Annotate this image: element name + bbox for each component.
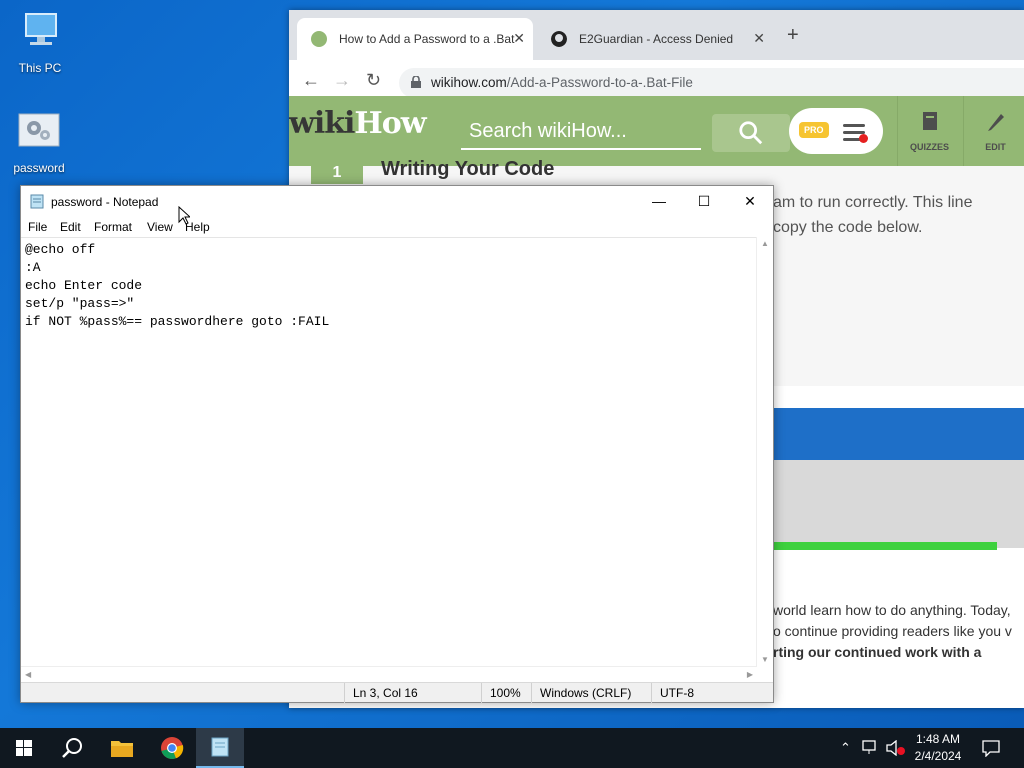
menu-bar: File Edit Format View Help — [21, 217, 773, 237]
chrome-button[interactable] — [148, 728, 196, 768]
forward-arrow-icon[interactable]: → — [333, 70, 351, 91]
chrome-icon — [161, 737, 184, 760]
line-endings: Windows (CRLF) — [540, 686, 632, 700]
search-button[interactable] — [48, 728, 96, 768]
notepad-icon — [211, 737, 229, 757]
search-icon — [62, 738, 82, 758]
scroll-down-icon[interactable]: ▼ — [761, 655, 769, 664]
support-text: world learn how to do anything. Today, o… — [773, 600, 1012, 663]
notification-dot — [859, 134, 868, 143]
show-hidden-icons-icon[interactable]: ⌃ — [840, 740, 851, 756]
tab-strip: How to Add a Password to a .Bat ✕ E2Guar… — [289, 10, 1024, 60]
reload-icon[interactable]: ↻ — [366, 70, 381, 91]
start-button[interactable] — [0, 728, 48, 768]
network-icon[interactable] — [862, 740, 880, 756]
system-clock[interactable]: 1:48 AM 2/4/2024 — [906, 731, 970, 765]
new-tab-icon[interactable]: + — [787, 24, 799, 47]
notepad-title-bar[interactable]: password - Notepad — ☐ ✕ — [21, 186, 773, 217]
notepad-window: password - Notepad — ☐ ✕ File Edit Forma… — [20, 185, 774, 703]
maximize-button[interactable]: ☐ — [681, 186, 727, 217]
minimize-icon: — — [652, 193, 666, 209]
clock-time: 1:48 AM — [915, 732, 961, 746]
address-bar[interactable]: wikihow.com/Add-a-Password-to-a-.Bat-Fil… — [399, 68, 1024, 98]
close-icon: ✕ — [744, 193, 756, 209]
horizontal-scrollbar[interactable]: ◀ ▶ — [21, 666, 757, 682]
cursor-position: Ln 3, Col 16 — [353, 686, 418, 700]
github-icon — [551, 31, 567, 47]
menu-file[interactable]: File — [28, 220, 47, 234]
logo-how: How — [354, 106, 426, 141]
close-tab-icon[interactable]: ✕ — [513, 30, 525, 47]
wikihow-menu-pill[interactable]: PRO — [789, 108, 883, 154]
wikihow-search-button[interactable] — [712, 114, 790, 152]
wikihow-favicon-icon — [311, 31, 327, 47]
tab-e2guardian[interactable]: E2Guardian - Access Denied ✕ — [537, 18, 773, 60]
article-text-line: am to run correctly. This line — [773, 194, 973, 211]
notepad-app-icon — [30, 194, 44, 209]
minimize-button[interactable]: — — [636, 186, 682, 217]
wikihow-search-input[interactable]: Search wikiHow... — [461, 114, 701, 150]
desktop-icon-this-pc[interactable]: This PC — [2, 10, 78, 75]
menu-view[interactable]: View — [147, 220, 173, 234]
desktop-icon-label: password — [13, 161, 65, 175]
tab-title: How to Add a Password to a .Bat — [339, 32, 515, 46]
notifications-icon[interactable] — [982, 739, 1000, 757]
window-title: password - Notepad — [51, 195, 159, 209]
vertical-scrollbar[interactable]: ▲ ▼ — [756, 237, 773, 666]
url-path: /Add-a-Password-to-a-.Bat-File — [506, 75, 693, 90]
support-text-line: rting our continued work with a — [773, 644, 982, 660]
status-bar: Ln 3, Col 16 100% Windows (CRLF) UTF-8 — [21, 682, 773, 703]
file-explorer-button[interactable] — [98, 728, 146, 768]
wikihow-logo[interactable]: wikiHow — [289, 106, 427, 141]
tab-wikihow[interactable]: How to Add a Password to a .Bat ✕ — [297, 18, 533, 60]
nav-label: QUIZZES — [909, 142, 949, 152]
encoding: UTF-8 — [660, 686, 694, 700]
close-tab-icon[interactable]: ✕ — [753, 30, 765, 47]
desktop-icon-password[interactable]: password — [1, 110, 77, 175]
menu-edit[interactable]: Edit — [60, 220, 81, 234]
tab-title: E2Guardian - Access Denied — [579, 32, 734, 46]
volume-muted-icon[interactable] — [886, 740, 906, 756]
nav-edit[interactable]: EDIT — [963, 96, 1024, 166]
scroll-right-icon[interactable]: ▶ — [747, 670, 753, 679]
mouse-cursor-icon — [178, 206, 190, 225]
step-number: 1 — [311, 165, 363, 184]
nav-label: EDIT — [985, 142, 1006, 152]
pro-badge: PRO — [799, 122, 829, 138]
back-arrow-icon[interactable]: ← — [302, 70, 320, 91]
step-title: Writing Your Code — [381, 158, 555, 180]
batch-file-gears-icon — [18, 113, 60, 147]
article-text-line: copy the code below. — [773, 219, 923, 236]
pencil-icon — [987, 114, 1004, 131]
logo-wiki: wiki — [289, 106, 355, 141]
text-editor[interactable]: @echo off :A echo Enter code set/p "pass… — [21, 237, 757, 666]
url-host: wikihow.com — [431, 75, 507, 90]
support-text-line: world learn how to do anything. Today, — [773, 602, 1011, 618]
wikihow-header: wikiHow Search wikiHow... PRO QUIZZES ED… — [289, 96, 1024, 166]
lock-icon — [411, 76, 421, 88]
progress-bar — [773, 542, 997, 550]
monitor-icon — [25, 13, 57, 45]
support-text-line: o continue providing readers like you v — [773, 623, 1012, 639]
quiz-icon — [922, 112, 937, 130]
desktop-icon-label: This PC — [18, 61, 62, 75]
notepad-taskbar-button[interactable] — [196, 728, 244, 768]
windows-logo-icon — [16, 740, 32, 756]
close-button[interactable]: ✕ — [727, 186, 773, 217]
nav-quizzes[interactable]: QUIZZES — [897, 96, 961, 166]
clock-date: 2/4/2024 — [914, 749, 962, 763]
scroll-up-icon[interactable]: ▲ — [761, 239, 769, 248]
menu-format[interactable]: Format — [94, 220, 132, 234]
scroll-left-icon[interactable]: ◀ — [25, 670, 31, 679]
search-icon — [739, 121, 763, 145]
zoom-level: 100% — [490, 686, 521, 700]
maximize-icon: ☐ — [697, 193, 711, 209]
taskbar: ⌃ 1:48 AM 2/4/2024 — [0, 728, 1024, 768]
folder-icon — [111, 741, 133, 757]
